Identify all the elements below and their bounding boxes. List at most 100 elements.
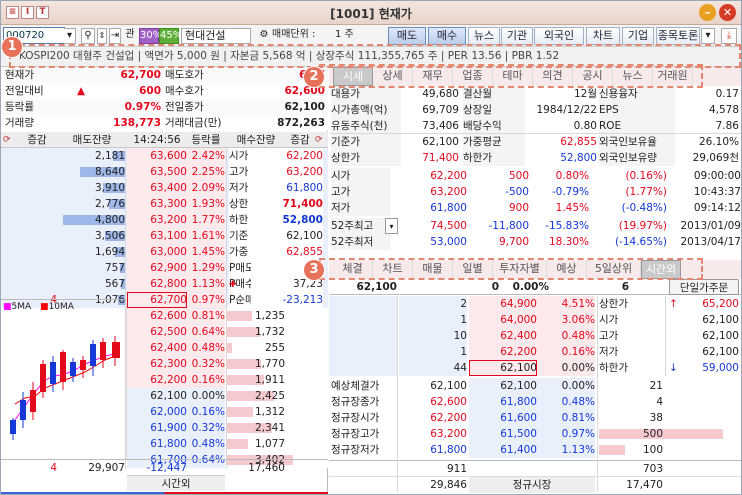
ah-bid-row: 정규장종가 62,600 61,800 0.48% 4 — [329, 394, 741, 410]
highlow-cell: 0.80% — [555, 170, 589, 182]
watchlist-toggle[interactable]: 관 — [123, 28, 137, 44]
summary-row: 현재가62,700매도호가62,7 — [1, 67, 328, 83]
close-icon[interactable]: ✕ — [719, 4, 736, 21]
trade-unit-label: 매매단위 : — [272, 29, 316, 40]
bid-price[interactable]: 61,800 — [127, 436, 187, 452]
detail-cell: 시가총액(억) — [331, 102, 401, 118]
dropdown-icon[interactable]: ▾ — [701, 28, 715, 44]
highlow-cell: (19.97%) — [618, 220, 667, 232]
ah-ask-price[interactable]: 64,000 — [469, 312, 537, 328]
ask-price[interactable]: 62,700 — [127, 292, 187, 308]
tool-icon[interactable]: ⚙ — [257, 28, 271, 44]
toolbar-button-2[interactable]: 뉴스 — [468, 27, 500, 45]
ah-left-cell — [329, 360, 397, 376]
bid-qty: 1,312 — [254, 406, 285, 418]
highlow-cell: 1.45% — [555, 202, 589, 214]
ask-price[interactable]: 63,000 — [127, 244, 187, 260]
toolbar-button-0[interactable]: 매도 — [388, 27, 426, 45]
download-icon[interactable]: ⤓ — [721, 28, 737, 44]
ah-ask-price[interactable]: 64,900 — [469, 296, 537, 312]
ah-bid-price[interactable]: 61,600 — [469, 410, 537, 426]
detail-cell: 69,709 — [422, 104, 459, 116]
ask-qty: 1,694 — [94, 246, 125, 258]
highlow-cell: 74,500 — [430, 220, 467, 232]
ah-bid-row: 정규장고가 63,200 61,500 0.97% 500 — [329, 426, 741, 442]
bid-qty: 1,732 — [254, 326, 285, 338]
ah-left-price: 61,800 — [430, 444, 467, 456]
badge-3: 3 — [304, 260, 324, 280]
toolbar-button-4[interactable]: 외국인 — [534, 27, 584, 45]
time-col: 14:24:56 — [133, 134, 181, 146]
single-price-order-button[interactable]: 단일가주문 — [669, 279, 739, 295]
ask-price[interactable]: 63,100 — [127, 228, 187, 244]
minimize-icon[interactable]: – — [699, 4, 716, 21]
ah-bid-price[interactable]: 61,500 — [469, 426, 537, 442]
ask-price[interactable]: 62,800 — [127, 276, 187, 292]
ask-price[interactable]: 63,600 — [127, 148, 187, 164]
ask-row: 3,910 63,400 2.09% 저가 61,800 — [1, 180, 328, 196]
search-icon[interactable]: ⚲ — [81, 28, 95, 44]
ask-price[interactable]: 63,200 — [127, 212, 187, 228]
bid-rate: 0.32% — [187, 420, 225, 436]
ask-rate: 1.29% — [187, 260, 225, 276]
detail-cell: 52,800 — [560, 152, 597, 164]
bid-price[interactable]: 62,300 — [127, 356, 187, 372]
ask-qty: 757 — [104, 262, 125, 274]
ah-rate: 0.00% — [512, 281, 549, 293]
ah-bid-qty: 21 — [649, 380, 663, 392]
link-icon[interactable]: ⇥ — [109, 28, 121, 44]
ask-price[interactable]: 63,400 — [127, 180, 187, 196]
bid-price[interactable]: 62,200 — [127, 372, 187, 388]
spin-icon[interactable]: ⇕ — [97, 28, 107, 44]
bid-rate: 0.48% — [187, 436, 225, 452]
bid-price[interactable]: 62,000 — [127, 404, 187, 420]
bid-price[interactable]: 61,900 — [127, 420, 187, 436]
ask-rate: 1.61% — [187, 228, 225, 244]
ask-price[interactable]: 62,900 — [127, 260, 187, 276]
candle — [50, 362, 56, 384]
refresh-icon[interactable]: ⟳ — [3, 132, 15, 148]
detail-cell: 상장일 — [463, 102, 525, 118]
bid-price[interactable]: 62,500 — [127, 324, 187, 340]
ah-ask-price[interactable]: 62,200 — [469, 344, 537, 360]
orderbook-header: ⟳ 증감 매도잔량 14:24:56 등락률 매수잔량 증감 ⟳ — [1, 132, 328, 148]
ask-price[interactable]: 63,500 — [127, 164, 187, 180]
ah-bid-price[interactable]: 61,800 — [469, 394, 537, 410]
stock-name-field[interactable]: 현대건설 — [181, 28, 251, 44]
bid-price[interactable]: 62,100 — [127, 388, 187, 404]
bid-rate: 0.64% — [187, 324, 225, 340]
ask-qty: 3,910 — [94, 182, 125, 194]
bid-rate: 0.00% — [187, 388, 225, 404]
bid-price[interactable]: 62,400 — [127, 340, 187, 356]
ah-bid-label: 정규장종가 — [331, 396, 380, 408]
ah-bid-price[interactable]: 62,100 — [469, 378, 537, 394]
bid-row: 61,900 0.32% 2,341 — [127, 420, 328, 436]
candle — [100, 342, 106, 360]
ah-bid-label: 정규장고가 — [331, 428, 380, 440]
ah-bid-rate: 1.13% — [537, 442, 595, 458]
code-dropdown-icon[interactable]: ▾ — [64, 28, 76, 44]
detail-cell: 가중평균 — [463, 134, 525, 150]
bid-row: 62,200 0.16% 1,911 — [127, 372, 328, 388]
toolbar-button-1[interactable]: 매수 — [428, 27, 466, 45]
ah-bid-price[interactable]: 61,400 — [469, 442, 537, 458]
refresh-icon2[interactable]: ⟳ — [315, 132, 327, 148]
ah-ask-rate: 0.48% — [537, 328, 595, 344]
toolbar-button-7[interactable]: 종목토론 — [656, 27, 700, 45]
toolbar-button-3[interactable]: 기관 — [501, 27, 533, 45]
detail-row: 유동주식(천) 73,406 배당수익 0.80 ROE 7.86 — [329, 118, 741, 134]
toolbar-button-5[interactable]: 차트 — [586, 27, 620, 45]
ah-bid-rate: 0.81% — [537, 410, 595, 426]
ah-total2: 17,470 — [626, 479, 663, 491]
after-hours-label[interactable]: 시간외 — [127, 475, 225, 491]
info-value: 62,200 — [251, 148, 323, 164]
ah-ask-price[interactable]: 62,100 — [469, 360, 537, 376]
ask-price[interactable]: 63,300 — [127, 196, 187, 212]
orderbook-footer: 4 29,907 -12,447 17,460 — [1, 459, 328, 475]
range-dropdown-icon[interactable]: ▾ — [385, 218, 398, 234]
toolbar-button-6[interactable]: 기업 — [622, 27, 654, 45]
bid-price[interactable]: 62,600 — [127, 308, 187, 324]
detail-cell: 62,855 — [560, 136, 597, 148]
detail-cell: 대용가 — [331, 86, 401, 102]
ah-ask-price[interactable]: 62,400 — [469, 328, 537, 344]
